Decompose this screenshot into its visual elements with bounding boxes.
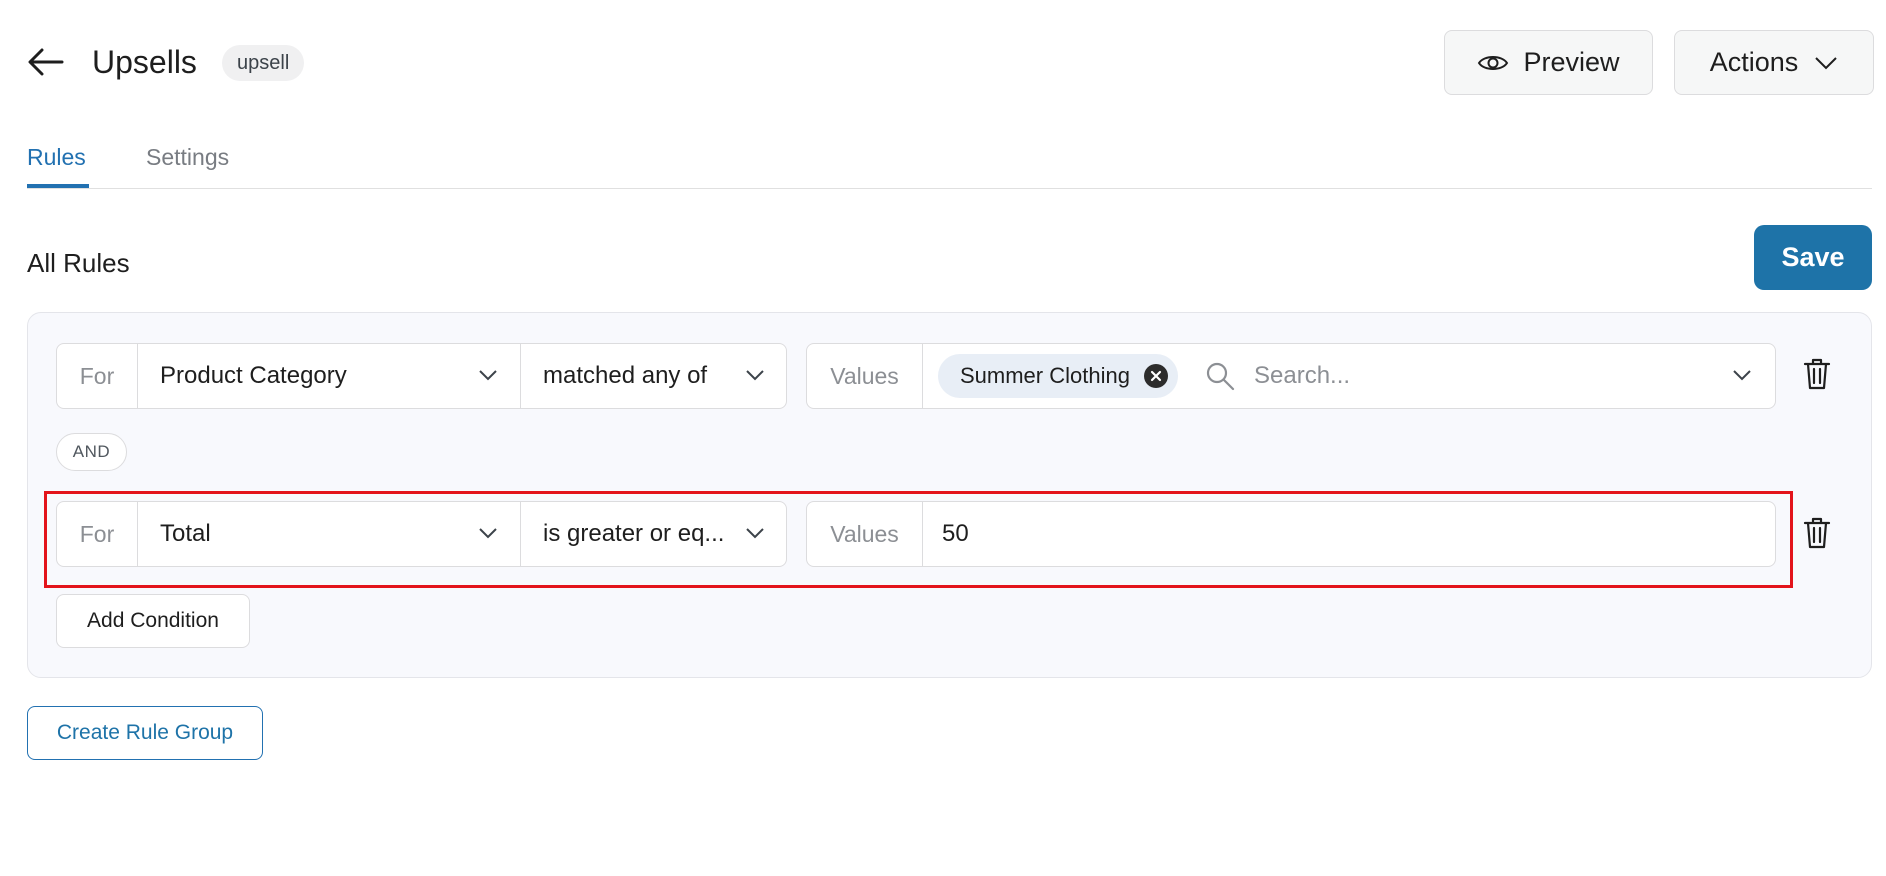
close-icon [1150, 370, 1162, 382]
preview-button[interactable]: Preview [1444, 30, 1653, 95]
chevron-down-icon [479, 370, 497, 381]
chevron-down-icon[interactable] [1732, 368, 1752, 382]
arrow-left-icon [28, 48, 64, 76]
field-select[interactable]: Total [138, 502, 521, 566]
chevron-down-icon [746, 370, 764, 381]
for-label: For [57, 502, 138, 566]
operator-select[interactable]: matched any of [521, 344, 787, 408]
tab-settings[interactable]: Settings [146, 144, 229, 171]
field-select[interactable]: Product Category [138, 344, 521, 408]
active-tab-indicator [27, 184, 89, 188]
back-button[interactable] [26, 42, 66, 82]
eye-icon [1478, 55, 1509, 70]
operator-select-value: matched any of [543, 362, 708, 389]
preview-label: Preview [1523, 47, 1620, 77]
operator-select[interactable]: is greater or eq... [521, 502, 787, 566]
condition-row-2: For Total is greater or eq... [56, 501, 787, 567]
type-badge: upsell [222, 45, 305, 81]
page-header: Upsells upsell Preview Actions [0, 0, 1886, 120]
values-label: Values [807, 502, 923, 566]
actions-label: Actions [1709, 47, 1799, 77]
and-badge: AND [56, 433, 127, 471]
operator-select-value: is greater or eq... [543, 520, 725, 547]
search-icon [1206, 362, 1235, 391]
create-rule-group-button[interactable]: Create Rule Group [27, 706, 263, 760]
values-field-1: Values Summer Clothing [806, 343, 1776, 409]
condition-row-1: For Product Category matched any of [56, 343, 787, 409]
tab-rules[interactable]: Rules [27, 144, 86, 171]
field-select-value: Total [160, 520, 211, 547]
page-title: Upsells [92, 44, 197, 80]
section-title: All Rules [27, 248, 130, 278]
add-condition-button[interactable]: Add Condition [56, 594, 250, 648]
chevron-down-icon [479, 528, 497, 539]
values-label: Values [807, 344, 923, 408]
save-button[interactable]: Save [1754, 225, 1872, 290]
for-label: For [57, 344, 138, 408]
chevron-down-icon [1815, 56, 1837, 69]
tab-bar: Rules Settings [27, 132, 1872, 189]
value-input[interactable] [942, 512, 1742, 556]
trash-icon[interactable] [1802, 516, 1832, 550]
values-field-2: Values [806, 501, 1776, 567]
chevron-down-icon [746, 528, 764, 539]
value-chip-label: Summer Clothing [960, 363, 1130, 388]
actions-dropdown[interactable]: Actions [1674, 30, 1874, 95]
values-search-input[interactable] [1254, 354, 1694, 398]
field-select-value: Product Category [160, 362, 347, 389]
value-chip: Summer Clothing [938, 354, 1178, 398]
remove-chip-button[interactable] [1143, 364, 1168, 388]
trash-icon[interactable] [1802, 357, 1832, 391]
